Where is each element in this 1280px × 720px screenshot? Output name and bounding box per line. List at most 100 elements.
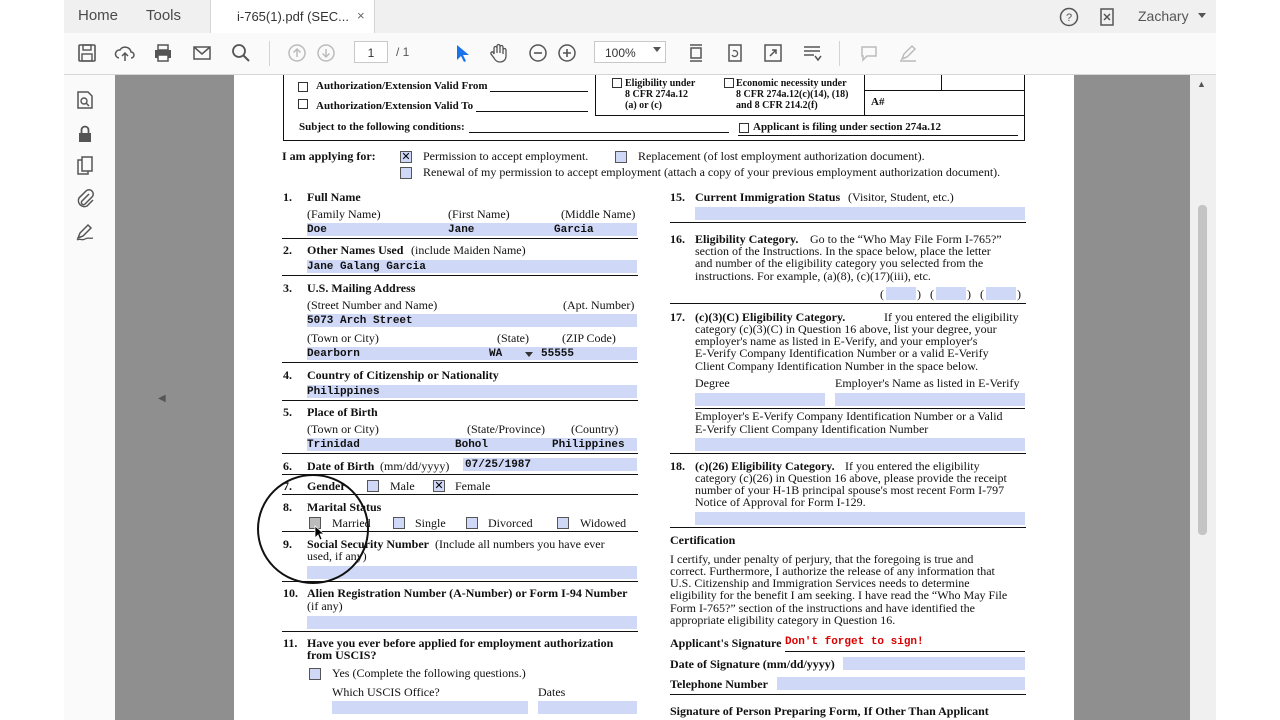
- male-label: Male: [390, 479, 415, 493]
- renewal-checkbox[interactable]: [400, 167, 412, 179]
- employer-name-field[interactable]: [835, 393, 1025, 406]
- replacement-checkbox[interactable]: [615, 151, 627, 163]
- page-number-input[interactable]: 1: [354, 41, 388, 63]
- dob-value: 07/25/1987: [465, 459, 532, 471]
- attachment-icon[interactable]: [74, 187, 96, 209]
- print-icon[interactable]: [152, 42, 174, 64]
- email-icon[interactable]: [191, 42, 213, 64]
- single-checkbox[interactable]: [393, 517, 405, 529]
- renewal-label: Renewal of my permission to accept emplo…: [423, 165, 1001, 179]
- category-paren: (: [980, 287, 984, 301]
- page-thumbnails-icon[interactable]: [74, 155, 96, 177]
- applicant-signature-field[interactable]: Don't forget to sign!: [785, 636, 924, 648]
- home-tab[interactable]: Home: [78, 7, 118, 24]
- immigration-status-field[interactable]: [695, 207, 1025, 220]
- table-border: [595, 115, 1025, 116]
- previous-page-icon[interactable]: [286, 42, 308, 64]
- family-name-value: Doe: [307, 224, 327, 236]
- zoom-out-icon[interactable]: [527, 42, 549, 64]
- next-page-icon[interactable]: [315, 42, 337, 64]
- read-mode-icon[interactable]: [801, 42, 823, 64]
- birth-state-value: Bohol: [455, 439, 489, 451]
- full-screen-icon[interactable]: [762, 42, 784, 64]
- divorced-label: Divorced: [488, 516, 533, 530]
- comment-icon[interactable]: [858, 42, 880, 64]
- prior-yes-checkbox[interactable]: [309, 668, 321, 680]
- tools-tab[interactable]: Tools: [146, 7, 181, 24]
- female-checkbox[interactable]: ✕: [433, 480, 445, 492]
- permission-label: Permission to accept employment.: [423, 149, 589, 163]
- table-border: [864, 90, 1024, 91]
- close-tab-icon[interactable]: ×: [357, 8, 365, 23]
- other-names-sub: (include Maiden Name): [411, 243, 526, 257]
- eligibility-checkbox[interactable]: [612, 78, 622, 88]
- filing-checkbox[interactable]: [739, 123, 749, 133]
- highlight-pen-icon[interactable]: [897, 42, 919, 64]
- help-icon[interactable]: ?: [1058, 6, 1080, 28]
- search-icon[interactable]: [230, 42, 252, 64]
- birth-country-value: Philippines: [552, 439, 625, 451]
- filing-line: [738, 135, 1018, 136]
- scrollbar-thumb[interactable]: [1198, 205, 1207, 535]
- chevron-down-icon[interactable]: [1198, 13, 1206, 19]
- receipt-number-field[interactable]: [695, 512, 1025, 525]
- eligibility-text-4: instructions. For example, (a)(8), (c)(1…: [695, 269, 931, 283]
- rotate-page-icon[interactable]: [724, 42, 746, 64]
- category-field-1[interactable]: [886, 287, 916, 300]
- full-name-label: Full Name: [307, 190, 361, 204]
- upload-cloud-icon[interactable]: [114, 42, 136, 64]
- table-border: [595, 75, 596, 115]
- widowed-checkbox[interactable]: [557, 517, 569, 529]
- document-cloud-icon[interactable]: [1096, 6, 1118, 28]
- state-select[interactable]: WA: [489, 348, 502, 360]
- eligibility-label: Eligibility under: [625, 78, 696, 89]
- user-menu[interactable]: Zachary: [1138, 8, 1189, 24]
- uscis-office-field[interactable]: [332, 701, 528, 714]
- save-icon[interactable]: [76, 42, 98, 64]
- zoom-level-select[interactable]: 100%: [594, 41, 666, 63]
- search-document-icon[interactable]: [74, 89, 96, 111]
- section-rule: [282, 453, 638, 454]
- economic-cfr2: and 8 CFR 214.2(f): [736, 100, 818, 111]
- auth-to-checkbox[interactable]: [298, 99, 308, 109]
- degree-field[interactable]: [695, 393, 825, 406]
- hand-tool-icon[interactable]: [488, 42, 510, 64]
- category-field-3[interactable]: [986, 287, 1016, 300]
- economic-label: Economic necessity under: [736, 78, 847, 89]
- zip-label: (ZIP Code): [562, 331, 616, 345]
- female-label: Female: [455, 479, 491, 493]
- widowed-label: Widowed: [580, 516, 627, 530]
- select-cursor-icon[interactable]: [450, 42, 472, 64]
- economic-necessity-checkbox[interactable]: [724, 78, 734, 88]
- scrolling-mode-icon[interactable]: [685, 42, 707, 64]
- signature-date-field[interactable]: [843, 657, 1025, 670]
- page-total: / 1: [396, 45, 410, 59]
- auth-from-label: Authorization/Extension Valid From: [316, 80, 488, 92]
- collapse-left-panel-icon[interactable]: ◀: [158, 393, 166, 404]
- scroll-up-arrow-icon[interactable]: ▲: [1197, 79, 1206, 89]
- zip-value: 55555: [541, 348, 575, 360]
- fill-sign-icon[interactable]: [74, 221, 96, 243]
- divorced-checkbox[interactable]: [466, 517, 478, 529]
- everify-id-field[interactable]: [695, 438, 1025, 451]
- cert-text-6: appropriate eligibility category in Ques…: [670, 613, 896, 627]
- zoom-dropdown-icon[interactable]: [653, 47, 661, 52]
- auth-from-checkbox[interactable]: [298, 82, 308, 92]
- dates-label: Dates: [538, 685, 566, 699]
- lock-icon[interactable]: [74, 123, 96, 145]
- dates-field[interactable]: [538, 701, 637, 714]
- section-rule: [282, 631, 638, 632]
- category-field-2[interactable]: [936, 287, 966, 300]
- svg-text:?: ?: [1066, 12, 1072, 24]
- telephone-field[interactable]: [777, 677, 1025, 690]
- zoom-in-icon[interactable]: [556, 42, 578, 64]
- first-name-label: (First Name): [448, 207, 510, 221]
- tab-bar: Home Tools i-765(1).pdf (SEC... × ? Zach…: [64, 0, 1216, 34]
- a-number-field[interactable]: [307, 616, 637, 629]
- document-tab[interactable]: i-765(1).pdf (SEC... ×: [210, 0, 375, 33]
- permission-checkbox[interactable]: ✕: [400, 151, 412, 163]
- document-tab-label: i-765(1).pdf (SEC...: [237, 9, 349, 24]
- state-dropdown-icon[interactable]: [525, 352, 533, 358]
- category-paren: ): [917, 287, 921, 301]
- q2-number: 2.: [283, 243, 292, 257]
